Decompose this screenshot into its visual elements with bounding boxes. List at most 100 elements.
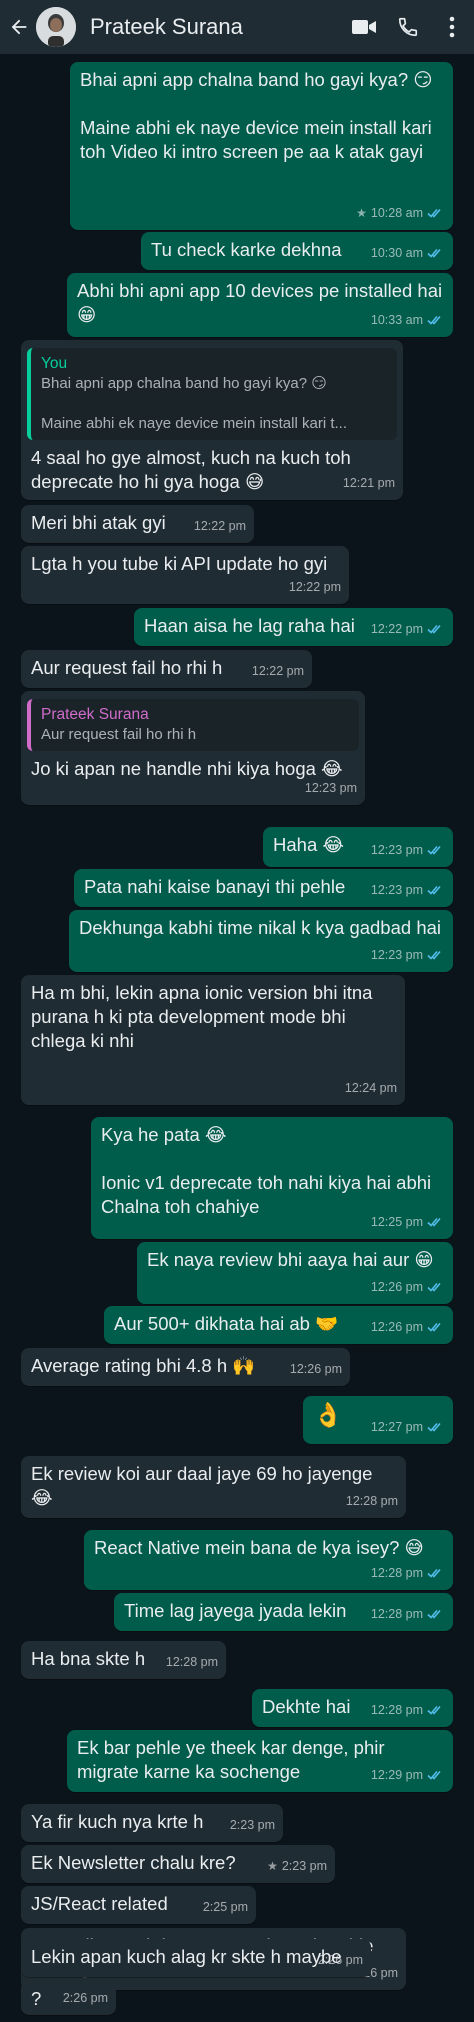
message-time: 2:25 pm — [202, 1900, 248, 1914]
message-text: 4 saal ho gye almost, kuch na kuch toh d… — [31, 447, 356, 492]
message-meta: 12:21 pm — [343, 471, 395, 495]
double-tick-icon — [427, 248, 441, 258]
message-time: 12:23 pm — [370, 948, 423, 962]
message-incoming[interactable]: Prateek Surana Aur request fail ho rhi h… — [21, 691, 365, 805]
message-meta: 12:23 pm — [305, 776, 357, 800]
message-meta: 12:28 pm — [166, 1650, 218, 1674]
message-meta: 12:29 pm — [371, 1763, 445, 1787]
message-meta: 12:28 pm — [371, 1561, 445, 1585]
message-meta: 12:23 pm — [371, 943, 445, 967]
message-time: 12:21 pm — [342, 476, 395, 490]
message-text: Lgta h you tube ki API update ho gyi — [31, 553, 328, 574]
message-time: 12:22 pm — [288, 580, 341, 594]
message-meta: 2:23 pm — [230, 1813, 275, 1837]
message-outgoing[interactable]: Tu check karke dekhna 10:30 am — [141, 232, 453, 270]
double-tick-icon — [427, 1568, 441, 1578]
message-text: Ek review koi aur daal jaye 69 ho jayeng… — [31, 1463, 378, 1508]
message-incoming[interactable]: Meri bhi atak gyi 12:22 pm — [21, 505, 254, 543]
double-tick-icon — [427, 1322, 441, 1332]
message-time: 12:28 pm — [370, 1703, 423, 1717]
message-outgoing[interactable]: Dekhunga kabhi time nikal k kya gadbad h… — [69, 910, 453, 972]
message-incoming[interactable]: Average rating bhi 4.8 h 🙌 12:26 pm — [21, 1348, 350, 1386]
message-outgoing[interactable]: Ek naya review bhi aaya hai aur 😁 12:26 … — [137, 1242, 453, 1304]
message-incoming[interactable]: Lgta h you tube ki API update ho gyi 12:… — [21, 546, 349, 604]
message-incoming[interactable]: You Bhai apni app chalna band ho gayi ky… — [21, 340, 403, 500]
message-text: Ek naya review bhi aaya hai aur 😁 — [147, 1249, 434, 1270]
quoted-message[interactable]: Prateek Surana Aur request fail ho rhi h — [27, 699, 359, 751]
star-icon: ★ — [267, 1859, 278, 1873]
message-list[interactable]: Bhai apni app chalna band ho gayi kya? 😏… — [0, 54, 474, 2022]
message-outgoing[interactable]: Haha 😂 12:23 pm — [263, 827, 453, 867]
message-text: Dekhunga kabhi time nikal k kya gadbad h… — [79, 917, 442, 938]
message-text: Ha m bhi, lekin apna ionic version bhi i… — [31, 982, 378, 1051]
message-time: 10:30 am — [370, 246, 423, 260]
quoted-author: You — [41, 355, 68, 372]
message-outgoing[interactable]: Abhi bhi apni app 10 devices pe installe… — [67, 273, 453, 337]
message-incoming[interactable]: Ya fir kuch nya krte h 2:23 pm — [21, 1804, 283, 1842]
message-meta: 12:23 pm — [371, 838, 445, 862]
message-meta: 12:24 pm — [345, 1076, 397, 1100]
message-time: 12:29 pm — [370, 1768, 423, 1782]
message-incoming[interactable]: Ek review koi aur daal jaye 69 ho jayeng… — [21, 1456, 406, 1518]
star-icon: ★ — [356, 206, 367, 220]
message-time: 12:28 pm — [370, 1607, 423, 1621]
message-meta: 12:28 pm — [346, 1489, 398, 1513]
double-tick-icon — [427, 885, 441, 895]
double-tick-icon — [427, 1770, 441, 1780]
double-tick-icon — [427, 845, 441, 855]
double-tick-icon — [427, 1705, 441, 1715]
message-text: Bhai apni app chalna band ho gayi kya? 😏… — [80, 69, 433, 162]
quoted-author: Prateek Surana — [41, 706, 149, 723]
message-outgoing[interactable]: Bhai apni app chalna band ho gayi kya? 😏… — [70, 62, 453, 230]
message-meta: 12:26 pm — [290, 1357, 342, 1381]
double-tick-icon — [427, 208, 441, 218]
message-time: 12:25 pm — [370, 1215, 423, 1229]
more-vert-icon[interactable] — [430, 0, 474, 54]
message-meta: 2:26 pm — [318, 1948, 363, 1972]
message-outgoing[interactable]: Haan aisa he lag raha hai 12:22 pm — [134, 608, 453, 646]
message-meta: 12:26 pm — [371, 1275, 445, 1299]
message-meta: 12:22 pm — [371, 617, 445, 641]
message-outgoing[interactable]: Pata nahi kaise banayi thi pehle 12:23 p… — [74, 869, 453, 907]
quoted-text: Aur request fail ho rhi h — [41, 726, 197, 743]
message-outgoing[interactable]: 👌 12:27 pm — [303, 1396, 453, 1444]
message-outgoing[interactable]: Aur 500+ dikhata hai ab 🤝 12:26 pm — [104, 1306, 453, 1344]
message-time: 2:26 pm — [62, 1991, 108, 2005]
phone-icon[interactable] — [386, 0, 430, 54]
double-tick-icon — [427, 315, 441, 325]
message-time: 12:26 pm — [370, 1280, 423, 1294]
avatar[interactable] — [36, 7, 76, 47]
back-arrow-icon[interactable] — [4, 0, 34, 54]
message-meta: 12:26 pm — [371, 1315, 445, 1339]
double-tick-icon — [427, 1217, 441, 1227]
quoted-message[interactable]: You Bhai apni app chalna band ho gayi ky… — [27, 348, 397, 440]
message-text: Kya he pata 😂 Ionic v1 deprecate toh nah… — [101, 1124, 432, 1217]
message-time: 12:26 pm — [370, 1320, 423, 1334]
contact-name[interactable]: Prateek Surana — [90, 14, 342, 40]
double-tick-icon — [427, 1422, 441, 1432]
message-outgoing[interactable]: React Native mein bana de kya isey? 😅 12… — [84, 1530, 453, 1590]
message-meta: 12:27 pm — [371, 1415, 445, 1439]
double-tick-icon — [427, 624, 441, 634]
double-tick-icon — [427, 1609, 441, 1619]
message-time: 2:26 pm — [317, 1953, 363, 1967]
message-meta: 12:25 pm — [371, 1210, 445, 1234]
message-incoming[interactable]: Aur request fail ho rhi h 12:22 pm — [21, 650, 312, 688]
video-call-icon[interactable] — [342, 0, 386, 54]
message-incoming[interactable]: Ha bna skte h 12:28 pm — [21, 1641, 226, 1679]
message-outgoing[interactable]: Ek bar pehle ye theek kar denge, phir mi… — [67, 1730, 453, 1792]
double-tick-icon — [427, 1282, 441, 1292]
message-incoming[interactable]: Ha m bhi, lekin apna ionic version bhi i… — [21, 975, 405, 1105]
message-meta: 12:28 pm — [371, 1698, 445, 1722]
message-incoming[interactable]: JS/React related 2:25 pm — [21, 1886, 256, 1924]
message-outgoing[interactable]: Kya he pata 😂 Ionic v1 deprecate toh nah… — [91, 1117, 453, 1239]
message-meta: 2:25 pm — [203, 1895, 248, 1919]
message-incoming[interactable]: ? 2:26 pm — [21, 1981, 116, 2015]
message-time: 2:23 pm — [281, 1859, 327, 1873]
message-time: 12:27 pm — [370, 1420, 423, 1434]
message-time: 12:22 pm — [193, 519, 246, 533]
message-outgoing[interactable]: Time lag jayega jyada lekin 12:28 pm — [114, 1593, 453, 1631]
message-outgoing[interactable]: Dekhte hai 12:28 pm — [252, 1689, 453, 1727]
message-incoming[interactable]: Lekin apan kuch alag kr skte h maybe 2:26… — [21, 1939, 371, 1977]
message-incoming[interactable]: Ek Newsletter chalu kre? ★ 2:23 pm — [21, 1845, 335, 1883]
